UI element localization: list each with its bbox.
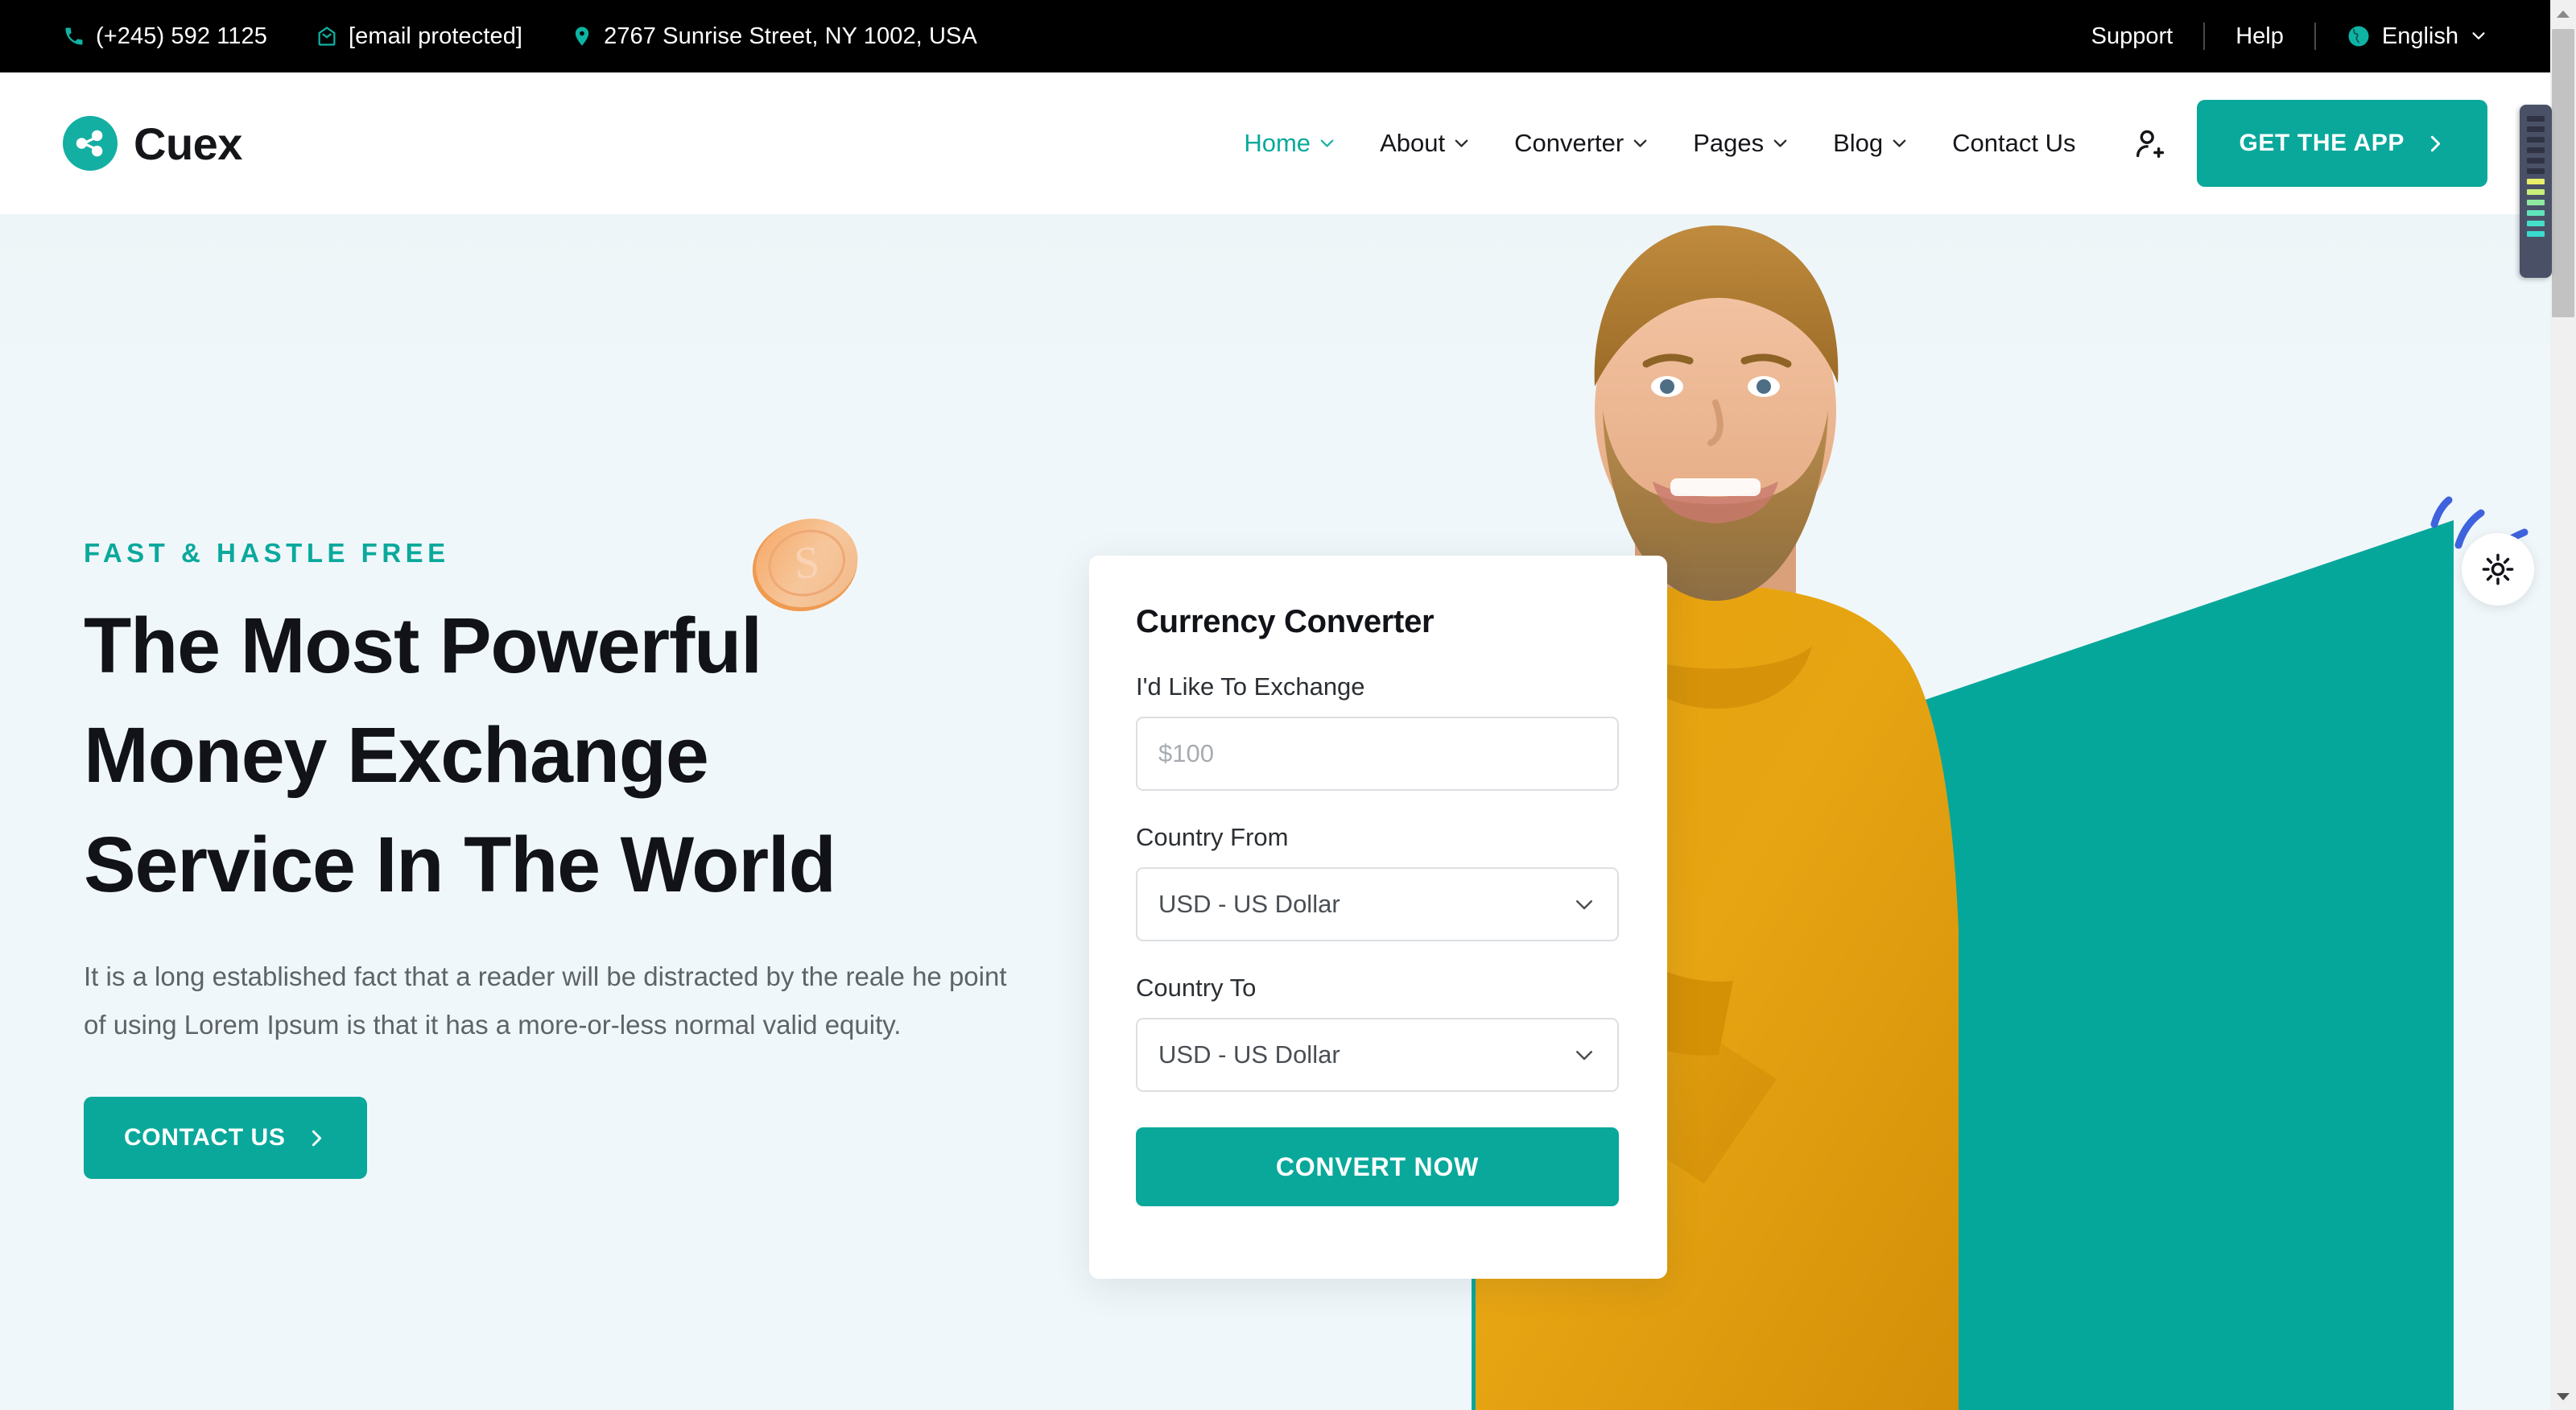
widget-bar bbox=[2527, 158, 2545, 163]
nav-item-pages[interactable]: Pages bbox=[1671, 129, 1811, 158]
chevron-down-icon bbox=[2470, 27, 2487, 45]
topbar-address: 2767 Sunrise Street, NY 1002, USA bbox=[571, 23, 977, 50]
country-from-value: USD - US Dollar bbox=[1158, 890, 1340, 918]
widget-bar bbox=[2527, 231, 2545, 237]
country-from-select[interactable]: USD - US Dollar bbox=[1136, 867, 1619, 941]
nav-label: About bbox=[1380, 129, 1446, 157]
chevron-down-icon bbox=[1318, 134, 1336, 153]
nav-item-contact-us[interactable]: Contact Us bbox=[1930, 129, 2097, 158]
chevron-down-icon bbox=[1452, 134, 1471, 153]
language-selector[interactable]: English bbox=[2316, 23, 2487, 50]
chevron-down-icon bbox=[1572, 1043, 1596, 1067]
site-header: Cuex Home About Converter Pages Blog Con… bbox=[0, 72, 2550, 214]
topbar-links-group: Support Help English bbox=[2061, 23, 2487, 50]
convert-now-button[interactable]: CONVERT NOW bbox=[1136, 1127, 1619, 1206]
get-the-app-button[interactable]: GET THE APP bbox=[2197, 100, 2487, 187]
amount-field-label: I'd Like To Exchange bbox=[1136, 672, 1365, 701]
theme-toggle-button[interactable] bbox=[2462, 533, 2534, 606]
topbar-phone[interactable]: (+245) 592 1125 bbox=[63, 23, 267, 50]
contact-us-button[interactable]: CONTACT US bbox=[84, 1097, 368, 1180]
contact-us-label: CONTACT US bbox=[124, 1124, 286, 1152]
scroll-up-arrow-icon[interactable] bbox=[2550, 0, 2576, 27]
widget-bar bbox=[2527, 210, 2545, 216]
hero-headline-line-1: The Most Powerful bbox=[84, 602, 762, 689]
scroll-down-arrow-icon[interactable] bbox=[2550, 1383, 2576, 1410]
widget-bar bbox=[2527, 116, 2545, 122]
chevron-down-icon bbox=[1890, 134, 1909, 153]
envelope-icon bbox=[316, 25, 338, 48]
widget-bar bbox=[2527, 126, 2545, 132]
country-to-value: USD - US Dollar bbox=[1158, 1040, 1340, 1069]
brand-logo[interactable]: Cuex bbox=[63, 116, 242, 171]
widget-bar bbox=[2527, 137, 2545, 143]
hero-copy-block: FAST & HASTLE FREE The Most Powerful Mon… bbox=[84, 538, 1122, 1180]
support-link[interactable]: Support bbox=[2061, 23, 2204, 50]
get-the-app-label: GET THE APP bbox=[2239, 130, 2405, 156]
chevron-right-icon bbox=[307, 1128, 327, 1148]
hero-paragraph: It is a long established fact that a rea… bbox=[84, 961, 1007, 1040]
widget-bar bbox=[2527, 189, 2545, 195]
hero-headline-line-3: Service In The World bbox=[84, 820, 836, 908]
topbar-email-text: [email protected] bbox=[349, 23, 523, 49]
user-add-icon[interactable] bbox=[2132, 125, 2169, 162]
chevron-down-icon bbox=[1631, 134, 1649, 153]
map-pin-icon bbox=[571, 25, 593, 48]
top-utility-bar: (+245) 592 1125 [email protected] 2767 S… bbox=[0, 0, 2550, 72]
help-link[interactable]: Help bbox=[2205, 23, 2314, 50]
nav-label: Contact Us bbox=[1952, 129, 2076, 157]
phone-icon bbox=[63, 25, 85, 48]
page-scrollbar-thumb[interactable] bbox=[2552, 29, 2574, 317]
chevron-right-icon bbox=[2425, 134, 2446, 154]
widget-bar bbox=[2527, 221, 2545, 226]
nav-label: Blog bbox=[1833, 129, 1884, 157]
nav-item-about[interactable]: About bbox=[1358, 129, 1492, 158]
nav-label: Converter bbox=[1514, 129, 1624, 157]
chevron-down-icon bbox=[1771, 134, 1790, 153]
topbar-phone-text: (+245) 592 1125 bbox=[96, 23, 267, 49]
currency-converter-card: Currency Converter I'd Like To Exchange … bbox=[1089, 556, 1667, 1279]
widget-bar bbox=[2527, 147, 2545, 153]
chevron-down-icon bbox=[1572, 892, 1596, 916]
hero-eyebrow: FAST & HASTLE FREE bbox=[84, 538, 450, 568]
ripple-coin-icon bbox=[63, 116, 118, 171]
brand-name: Cuex bbox=[134, 118, 242, 169]
nav-label: Pages bbox=[1693, 129, 1765, 157]
nav-item-blog[interactable]: Blog bbox=[1811, 129, 1930, 158]
main-navigation: Home About Converter Pages Blog Contact bbox=[1222, 100, 2487, 187]
nav-label: Home bbox=[1244, 129, 1311, 157]
country-from-label: Country From bbox=[1136, 823, 1289, 851]
amount-input[interactable] bbox=[1136, 717, 1619, 791]
widget-bar bbox=[2527, 200, 2545, 205]
globe-icon bbox=[2347, 24, 2371, 48]
widget-bar bbox=[2527, 179, 2545, 184]
country-to-label: Country To bbox=[1136, 974, 1257, 1002]
hero-headline-line-2: Money Exchange bbox=[84, 710, 709, 799]
topbar-email[interactable]: [email protected] bbox=[316, 23, 522, 50]
widget-bar bbox=[2527, 168, 2545, 174]
nav-item-home[interactable]: Home bbox=[1222, 129, 1358, 158]
edge-color-widget[interactable] bbox=[2520, 105, 2552, 278]
topbar-contact-group: (+245) 592 1125 [email protected] 2767 S… bbox=[63, 23, 977, 50]
nav-item-converter[interactable]: Converter bbox=[1492, 129, 1671, 158]
language-label: English bbox=[2381, 23, 2458, 49]
converter-title: Currency Converter bbox=[1136, 604, 1435, 639]
country-to-select[interactable]: USD - US Dollar bbox=[1136, 1018, 1619, 1092]
topbar-address-text: 2767 Sunrise Street, NY 1002, USA bbox=[604, 23, 977, 49]
hero-headline: The Most Powerful Money Exchange Service… bbox=[84, 591, 1122, 919]
